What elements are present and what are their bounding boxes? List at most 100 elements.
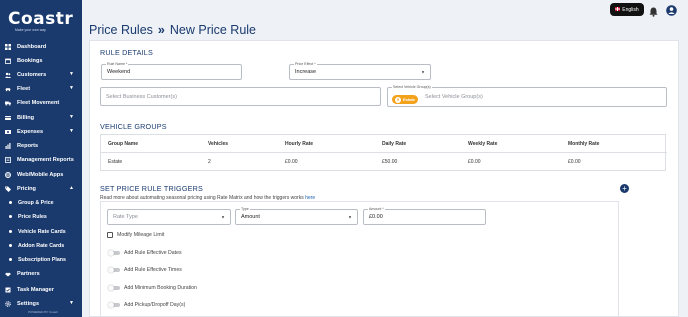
caret-down-icon: ▼ <box>421 69 425 75</box>
page-title: New Price Rule <box>169 23 257 37</box>
table-cell: £50.00 <box>382 159 398 165</box>
type-select[interactable]: Type Amount ▼ <box>235 207 358 225</box>
modify-mileage-checkbox[interactable] <box>107 232 113 238</box>
sidebar-item-fleet[interactable]: Fleet ▼ <box>0 82 82 95</box>
sidebar-sub-price-rules[interactable]: Price Rules <box>0 210 82 223</box>
column-header: Vehicles <box>208 141 229 147</box>
column-header: Monthly Rate <box>568 141 600 147</box>
amount-value: £0.00 <box>369 214 383 220</box>
sidebar-item-label: Management Reports <box>17 156 74 163</box>
type-value: Amount <box>241 214 260 220</box>
chip-remove-icon[interactable]: ✕ <box>395 96 401 103</box>
sidebar-item-bookings[interactable]: Bookings <box>0 54 82 67</box>
price-effect-value: Increase <box>295 69 317 75</box>
sidebar-item-label: Task Manager <box>17 286 54 293</box>
sidebar-item-label: Expenses <box>17 128 44 135</box>
sidebar-sub-group-price[interactable]: Group & Price <box>0 196 82 209</box>
brand-name: Coastr <box>8 9 74 29</box>
globe-icon <box>5 171 11 178</box>
powered-by: POWERED BY Coastr <box>28 310 58 314</box>
management-reports-icon <box>5 156 11 163</box>
business-customers-placeholder: Select Business Customer(s) <box>106 93 177 100</box>
tag-icon <box>5 186 11 192</box>
sidebar-item-settings[interactable]: Settings ▼ <box>0 297 82 310</box>
table-cell: 2 <box>208 159 211 165</box>
business-customers-select[interactable]: Select Business Customer(s) <box>100 87 381 106</box>
sidebar-item-label: Bookings <box>17 57 43 64</box>
sidebar-item-task-manager[interactable]: Task Manager <box>0 283 82 296</box>
sidebar-item-billing[interactable]: Billing ▼ <box>0 111 82 124</box>
section-title-rule-details: RULE DETAILS <box>100 48 153 57</box>
sidebar-sub-subscription-plans[interactable]: Subscription Plans <box>0 253 82 266</box>
amount-field[interactable]: Amount * £0.00 <box>363 207 486 225</box>
vehicle-group-chip: ✕ Estate <box>392 95 418 104</box>
breadcrumb: Price Rules » New Price Rule <box>89 23 256 37</box>
breadcrumb-separator: » <box>157 23 165 37</box>
rule-name-field[interactable]: Rule Name * Weekend <box>101 62 242 80</box>
sidebar-item-fleet-movement[interactable]: Fleet Movement <box>0 96 82 109</box>
sidebar-item-web-mobile-apps[interactable]: Web/Mobile Apps <box>0 168 82 181</box>
toggle-label: Add Minimum Booking Duration <box>124 285 197 291</box>
toggle-label: Add Rule Effective Times <box>124 267 182 273</box>
sidebar-item-label: Web/Mobile Apps <box>17 171 64 178</box>
section-title-vehicle-groups: VEHICLE GROUPS <box>100 122 167 131</box>
sidebar-item-pricing[interactable]: Pricing ▲ <box>0 182 82 195</box>
sidebar-item-label: Fleet <box>17 85 31 92</box>
chevron-down-icon: ▼ <box>69 71 74 77</box>
gear-icon <box>5 300 11 307</box>
toggle-label: Add Pickup/Dropoff Day(s) <box>124 302 186 308</box>
brand-logo[interactable]: Coastr Make your own way <box>8 9 73 32</box>
sidebar-item-management-reports[interactable]: Management Reports <box>0 153 82 166</box>
car-icon <box>5 86 11 92</box>
toggle-label: Add Rule Effective Dates <box>124 250 182 256</box>
sidebar-sub-addon-rate-cards[interactable]: Addon Rate Cards <box>0 239 82 252</box>
sidebar-item-expenses[interactable]: Expenses ▼ <box>0 125 82 138</box>
partners-icon <box>5 271 11 277</box>
chip-label: Estate <box>403 97 416 102</box>
bullet-icon <box>9 258 12 261</box>
tasks-icon <box>5 287 11 293</box>
bullet-icon <box>9 244 12 247</box>
breadcrumb-parent[interactable]: Price Rules <box>89 23 153 37</box>
table-cell: £0.00 <box>285 159 298 165</box>
bullet-icon <box>9 230 12 233</box>
sidebar-sub-vehicle-rate-cards[interactable]: Vehicle Rate Cards <box>0 225 82 238</box>
toggle-effective-dates[interactable] <box>108 249 120 256</box>
price-effect-label: Price Effect * <box>294 62 317 66</box>
type-label: Type <box>240 207 250 211</box>
table-header-row: Group Name Vehicles Hourly Rate Daily Ra… <box>101 135 667 153</box>
vehicle-groups-select[interactable]: Select Vehicle Group(s) ✕ Estate Select … <box>387 85 667 107</box>
sidebar-sub-label: Vehicle Rate Cards <box>18 228 66 235</box>
sidebar-item-label: Billing <box>17 114 35 121</box>
sidebar-item-label: Reports <box>17 142 39 149</box>
sidebar: Coastr Make your own way Dashboard Booki… <box>0 0 82 317</box>
sidebar-item-label: Settings <box>17 300 40 307</box>
toggle-min-booking-duration[interactable] <box>108 284 120 291</box>
chevron-down-icon: ▼ <box>69 85 74 91</box>
billing-icon <box>5 115 11 121</box>
sidebar-item-dashboard[interactable]: Dashboard <box>0 40 82 53</box>
vehicle-groups-placeholder: Select Vehicle Group(s) <box>425 94 483 100</box>
customers-icon <box>5 72 11 78</box>
caret-down-icon: ▼ <box>348 214 352 220</box>
reports-icon <box>5 142 11 149</box>
toggle-effective-times[interactable] <box>108 266 120 273</box>
price-effect-select[interactable]: Price Effect * Increase ▼ <box>289 62 431 80</box>
sidebar-item-customers[interactable]: Customers ▼ <box>0 68 82 81</box>
language-button[interactable]: English <box>610 3 644 16</box>
user-avatar-icon[interactable] <box>666 3 677 21</box>
chevron-down-icon: ▼ <box>69 114 74 120</box>
rule-name-value: Weekend <box>107 69 131 75</box>
rule-name-label: Rule Name * <box>106 62 129 66</box>
sidebar-item-partners[interactable]: Partners <box>0 267 82 280</box>
table-row: Estate 2 £0.00 £50.00 £0.00 £0.00 <box>101 153 667 171</box>
section-title-triggers: SET PRICE RULE TRIGGERS <box>100 184 203 193</box>
add-trigger-button[interactable]: + <box>620 184 629 193</box>
bell-icon[interactable] <box>649 4 658 22</box>
column-header: Group Name <box>108 141 139 147</box>
bullet-icon <box>9 215 12 218</box>
toggle-pickup-dropoff-days[interactable] <box>108 301 120 308</box>
expenses-icon <box>5 129 11 135</box>
rate-type-select[interactable]: Rate Type ▼ <box>107 209 231 225</box>
sidebar-item-reports[interactable]: Reports <box>0 139 82 152</box>
